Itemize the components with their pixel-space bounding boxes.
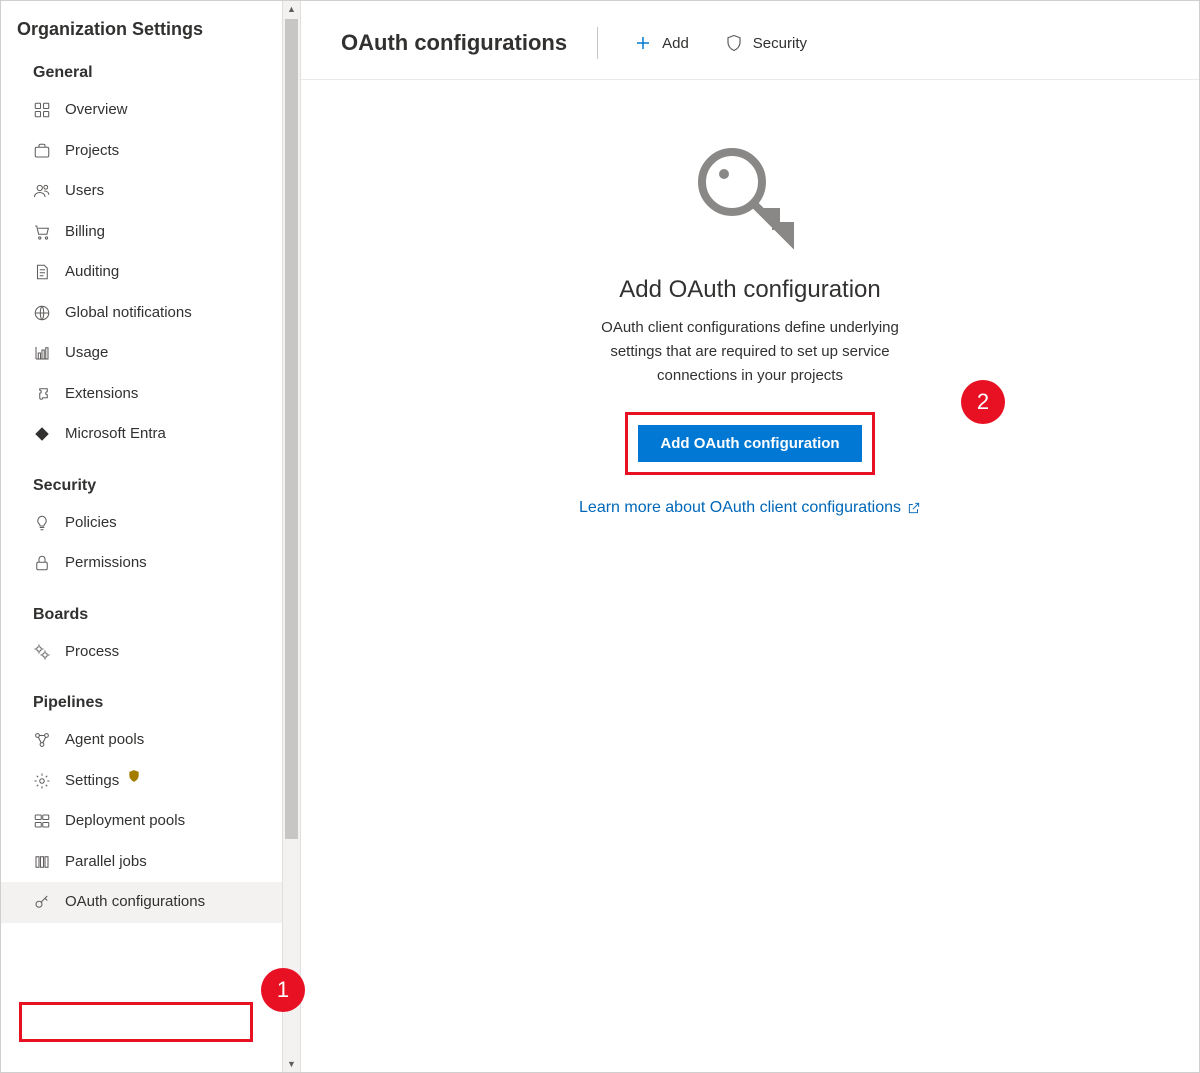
globe-icon (33, 304, 51, 322)
sidebar-item-label: Settings (65, 770, 119, 793)
key-icon (33, 893, 51, 911)
sidebar-item-label: Overview (65, 99, 128, 122)
sidebar-scrollbar[interactable]: ▲ ▼ (282, 1, 300, 1072)
sidebar-item-label: Policies (65, 512, 117, 535)
sidebar-item-permissions[interactable]: Permissions (1, 543, 300, 584)
section-heading-boards: Boards (1, 584, 300, 632)
callout-box-2: Add OAuth configuration (625, 412, 874, 475)
sidebar-item-extensions[interactable]: Extensions (1, 374, 300, 415)
gear-group-icon (33, 643, 51, 661)
sidebar-item-settings[interactable]: Settings (1, 761, 300, 802)
plus-icon (634, 34, 652, 52)
sidebar-item-global-notifications[interactable]: Global notifications (1, 293, 300, 334)
sidebar-item-label: Microsoft Entra (65, 423, 166, 446)
divider (597, 27, 598, 59)
scroll-up-arrow-icon[interactable]: ▲ (283, 1, 300, 17)
scrollbar-thumb[interactable] (285, 19, 298, 839)
pool-icon (33, 731, 51, 749)
entra-icon (33, 425, 51, 443)
main-content: OAuth configurations Add Security Add OA… (301, 1, 1199, 1072)
add-button[interactable]: Add (628, 30, 695, 56)
sidebar-item-label: Projects (65, 140, 119, 163)
users-icon (33, 182, 51, 200)
empty-state-title: Add OAuth configuration (619, 276, 881, 304)
sidebar-item-label: Agent pools (65, 729, 144, 752)
grid-icon (33, 101, 51, 119)
sidebar-item-label: Billing (65, 221, 105, 244)
sidebar-item-process[interactable]: Process (1, 632, 300, 673)
callout-marker-2: 2 (961, 380, 1005, 424)
key-large-icon (690, 140, 810, 260)
document-icon (33, 263, 51, 281)
sidebar-item-auditing[interactable]: Auditing (1, 252, 300, 293)
sidebar-item-oauth-configurations[interactable]: OAuth configurations (1, 882, 300, 923)
cart-icon (33, 223, 51, 241)
parallel-icon (33, 853, 51, 871)
section-heading-security: Security (1, 455, 300, 503)
sidebar-item-users[interactable]: Users (1, 171, 300, 212)
scroll-down-arrow-icon[interactable]: ▼ (283, 1056, 300, 1072)
section-heading-general: General (1, 54, 300, 90)
sidebar-item-label: OAuth configurations (65, 891, 205, 914)
security-button-label: Security (753, 35, 807, 52)
learn-more-label: Learn more about OAuth client configurat… (579, 499, 901, 517)
external-link-icon (907, 501, 921, 515)
chart-icon (33, 344, 51, 362)
servers-icon (33, 812, 51, 830)
sidebar-item -parallel-jobs[interactable]: Parallel jobs (1, 842, 300, 883)
sidebar-scroll: General Overview Projects Users (1, 54, 300, 1072)
sidebar-item-label: Global notifications (65, 302, 192, 325)
shield-icon (725, 34, 743, 52)
sidebar-item-label: Extensions (65, 383, 138, 406)
sidebar-item-label: Usage (65, 342, 108, 365)
page-title: OAuth configurations (341, 30, 567, 56)
sidebar-item-label: Permissions (65, 552, 147, 575)
sidebar-item-policies[interactable]: Policies (1, 503, 300, 544)
security-button[interactable]: Security (719, 30, 813, 56)
add-oauth-configuration-button[interactable]: Add OAuth configuration (638, 425, 861, 462)
sidebar-item-label: Deployment pools (65, 810, 185, 833)
sidebar-item-label: Parallel jobs (65, 851, 147, 874)
bulb-icon (33, 514, 51, 532)
sidebar-item-label: Process (65, 641, 119, 664)
empty-state-description: OAuth client configurations define under… (590, 316, 910, 388)
shield-warning-icon (127, 769, 141, 783)
sidebar-item-label: Users (65, 180, 104, 203)
puzzle-icon (33, 385, 51, 403)
section-heading-pipelines: Pipelines (1, 672, 300, 720)
sidebar: Organization Settings General Overview P… (1, 1, 301, 1072)
add-button-label: Add (662, 35, 689, 52)
sidebar-item-deployment-pools[interactable]: Deployment pools (1, 801, 300, 842)
lock-icon (33, 554, 51, 572)
sidebar-item-label: Auditing (65, 261, 119, 284)
sidebar-item-microsoft-entra[interactable]: Microsoft Entra (1, 414, 300, 455)
briefcase-icon (33, 142, 51, 160)
sidebar-title: Organization Settings (1, 1, 300, 54)
sidebar-item-overview[interactable]: Overview (1, 90, 300, 131)
main-header: OAuth configurations Add Security (301, 1, 1199, 80)
sidebar-item-usage[interactable]: Usage (1, 333, 300, 374)
empty-state: Add OAuth configuration OAuth client con… (301, 80, 1199, 517)
learn-more-link[interactable]: Learn more about OAuth client configurat… (579, 499, 921, 517)
gear-icon (33, 772, 51, 790)
sidebar-item-projects[interactable]: Projects (1, 131, 300, 172)
sidebar-item-billing[interactable]: Billing (1, 212, 300, 253)
sidebar-item-agent-pools[interactable]: Agent pools (1, 720, 300, 761)
